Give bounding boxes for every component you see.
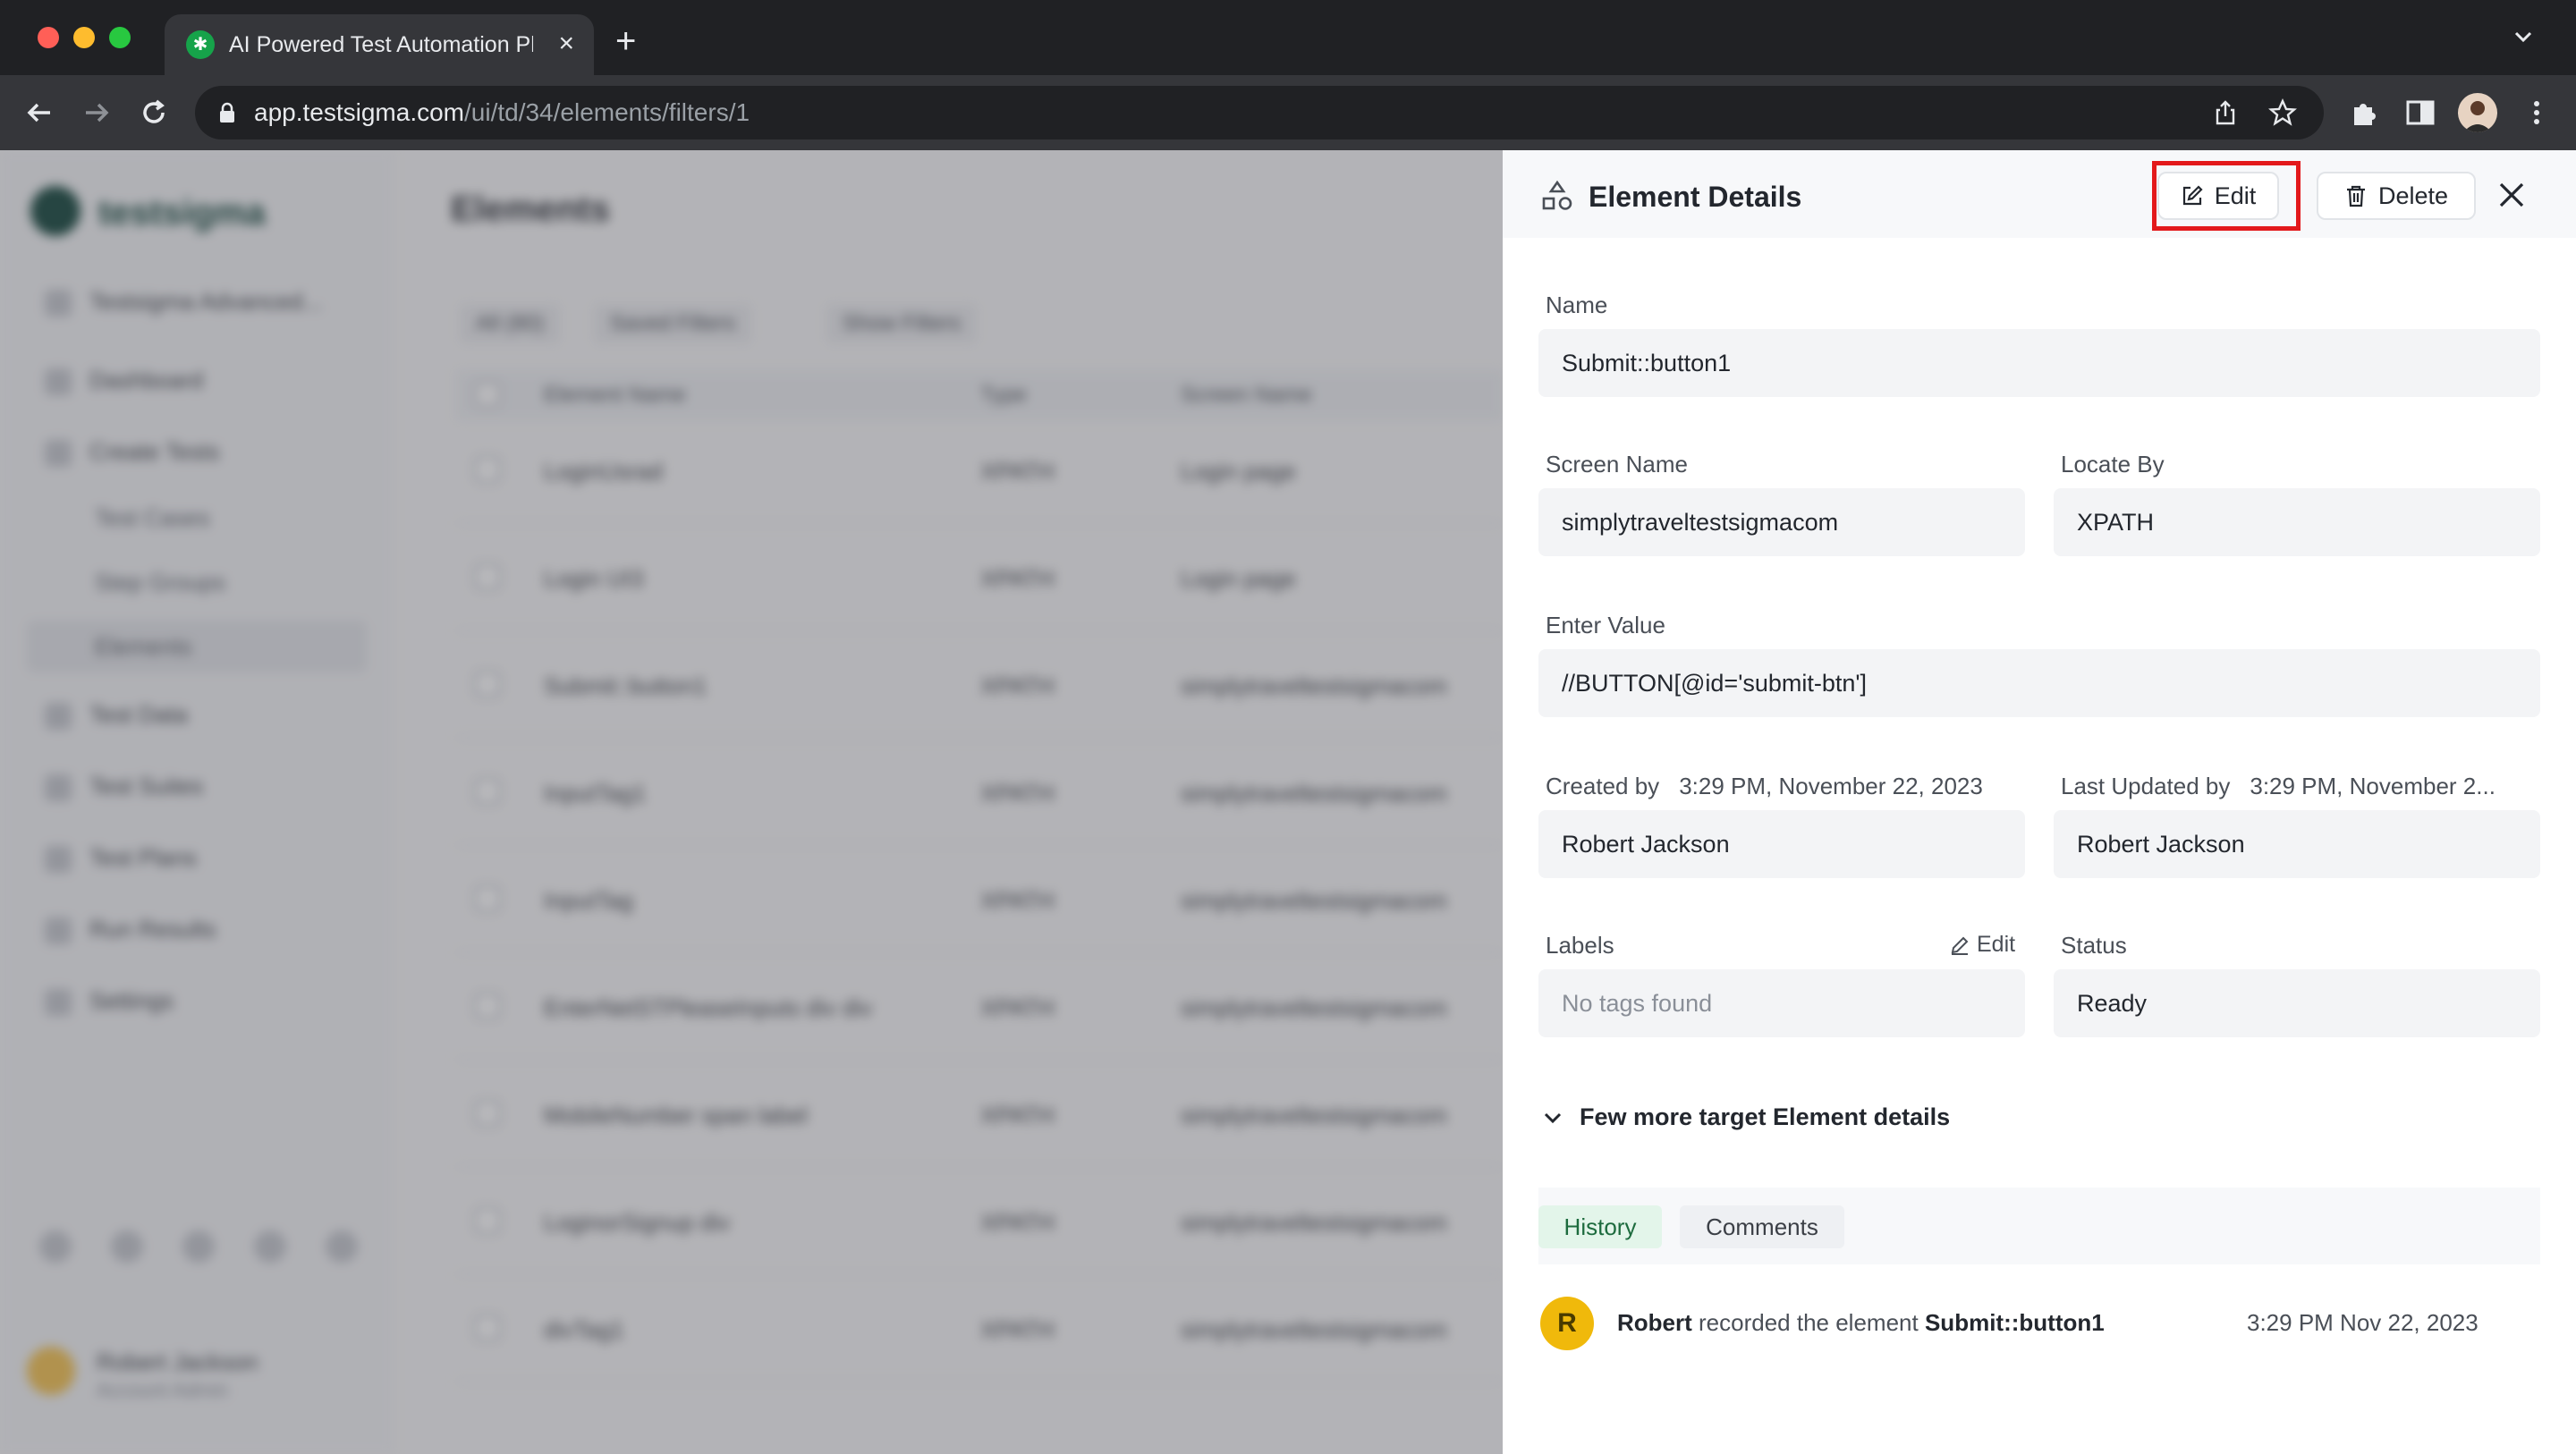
tab-comments[interactable]: Comments	[1680, 1205, 1844, 1248]
reload-icon[interactable]	[134, 93, 174, 132]
close-icon[interactable]	[2496, 179, 2528, 211]
browser-tab-bar: ✱ AI Powered Test Automation Platform × …	[0, 0, 2576, 75]
address-bar[interactable]: app.testsigma.com/ui/td/34/elements/filt…	[195, 86, 2324, 139]
updated-timestamp: 3:29 PM, November 2...	[2250, 773, 2496, 799]
labels-value: No tags found	[1538, 969, 2025, 1037]
url-text: app.testsigma.com/ui/td/34/elements/filt…	[254, 98, 750, 126]
new-tab-icon[interactable]: +	[615, 23, 636, 59]
bookmark-star-icon[interactable]	[2268, 98, 2297, 127]
tab-search-chevron-icon[interactable]	[2512, 25, 2535, 48]
created-by-label: Created by 3:29 PM, November 22, 2023	[1546, 773, 1983, 799]
element-shapes-icon	[1542, 180, 1572, 210]
tab-title: AI Powered Test Automation Platform	[229, 32, 533, 57]
app-background: testsigma Testsigma Advanced... Dashboar…	[0, 150, 1503, 1454]
status-label: Status	[2061, 932, 2127, 959]
history-comments-tabs: History Comments	[1538, 1188, 2540, 1264]
created-by-value: Robert Jackson	[1538, 810, 2025, 878]
pencil-icon	[1951, 936, 1969, 955]
history-entry-text: Robert recorded the element Submit::butt…	[1617, 1309, 2105, 1336]
locate-by-value: XPATH	[2054, 488, 2540, 556]
panel-title: Element Details	[1589, 181, 1802, 213]
tab-history[interactable]: History	[1538, 1205, 1662, 1248]
modal-backdrop[interactable]	[0, 150, 1503, 1454]
labels-edit-link[interactable]: Edit	[1950, 932, 2015, 958]
status-value: Ready	[2054, 969, 2540, 1037]
profile-avatar[interactable]	[2458, 93, 2497, 132]
name-label: Name	[1546, 292, 1608, 318]
more-details-toggle[interactable]: Few more target Element details	[1542, 1103, 1950, 1131]
panel-header: Element Details Edit Delete	[1503, 150, 2576, 238]
element-details-panel: Element Details Edit Delete Name Submit:…	[1503, 150, 2576, 1454]
last-updated-label: Last Updated by 3:29 PM, November 2...	[2061, 773, 2496, 799]
enter-value-label: Enter Value	[1546, 612, 1665, 638]
last-updated-value: Robert Jackson	[2054, 810, 2540, 878]
profile-person-icon	[2463, 101, 2492, 132]
enter-value: //BUTTON[@id='submit-btn']	[1538, 649, 2540, 717]
browser-toolbar: app.testsigma.com/ui/td/34/elements/filt…	[0, 75, 2576, 150]
extensions-puzzle-icon[interactable]	[2347, 95, 2383, 131]
labels-label: Labels	[1546, 932, 1614, 959]
more-vertical-icon[interactable]	[2519, 95, 2555, 131]
history-avatar: R	[1540, 1297, 1594, 1350]
tab-close-icon[interactable]: ×	[558, 29, 574, 59]
back-arrow-icon[interactable]	[20, 93, 59, 132]
browser-tab-active[interactable]: ✱ AI Powered Test Automation Platform ×	[165, 14, 594, 75]
forward-arrow-icon[interactable]	[77, 93, 116, 132]
history-entry-time: 3:29 PM Nov 22, 2023	[2247, 1309, 2479, 1336]
created-timestamp: 3:29 PM, November 22, 2023	[1679, 773, 1983, 799]
screen-name-label: Screen Name	[1546, 451, 1688, 478]
locate-by-label: Locate By	[2061, 451, 2165, 478]
side-panel-icon[interactable]	[2402, 95, 2438, 131]
name-value: Submit::button1	[1538, 329, 2540, 397]
window-maximize-button[interactable]	[109, 27, 131, 48]
edit-button-highlight	[2152, 161, 2301, 231]
chevron-down-icon	[1544, 1112, 1562, 1123]
delete-button[interactable]: Delete	[2317, 172, 2476, 220]
share-icon[interactable]	[2211, 98, 2240, 127]
window-minimize-button[interactable]	[73, 27, 95, 48]
trash-icon	[2346, 185, 2365, 207]
lock-icon	[220, 102, 234, 123]
window-close-button[interactable]	[38, 27, 59, 48]
screen-name-value: simplytraveltestsigmacom	[1538, 488, 2025, 556]
testsigma-favicon-icon: ✱	[186, 30, 215, 59]
